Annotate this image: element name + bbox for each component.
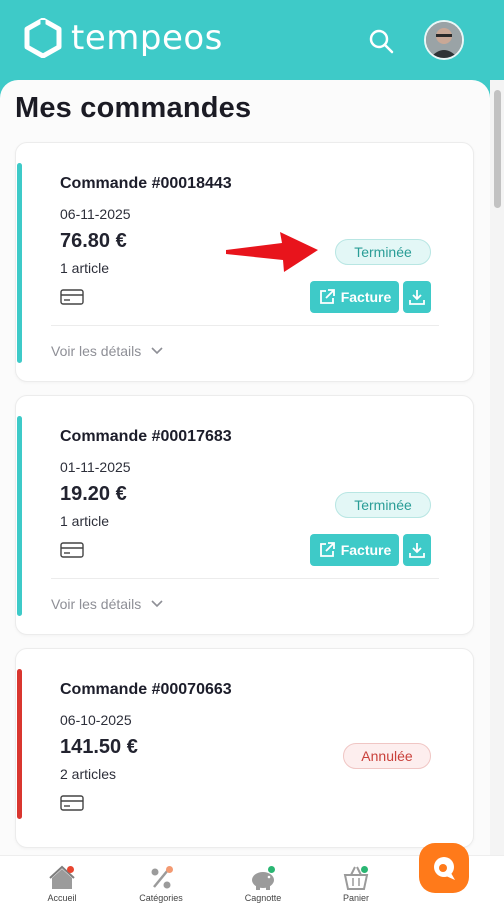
- chat-button[interactable]: [419, 843, 469, 893]
- nav-label: Cagnotte: [244, 893, 282, 903]
- invoice-button-label: Facture: [340, 289, 392, 305]
- chevron-down-icon: [151, 600, 163, 608]
- order-amount: 19.20 €: [60, 483, 127, 505]
- order-item-count: 2 articles: [60, 766, 117, 782]
- top-bar: tempeos: [0, 0, 504, 80]
- chat-bubble-icon: [434, 857, 455, 880]
- basket-icon: [341, 864, 371, 892]
- notification-dot: [268, 866, 275, 873]
- view-details-toggle[interactable]: Voir les détails: [51, 596, 164, 612]
- notification-dot: [361, 866, 368, 873]
- app-window: tempeos Mes commandes Commande #00018443: [0, 0, 504, 914]
- search-button[interactable]: [366, 26, 396, 56]
- view-details-label: Voir les détails: [51, 596, 142, 612]
- status-badge: Terminée: [335, 239, 431, 265]
- nav-label: Catégories: [139, 893, 183, 903]
- view-details-toggle[interactable]: Voir les détails: [51, 343, 164, 359]
- invoice-button[interactable]: Facture: [310, 281, 399, 313]
- page-title: Mes commandes: [15, 92, 252, 124]
- download-invoice-button[interactable]: [403, 534, 431, 566]
- status-accent-bar: [17, 669, 22, 819]
- order-amount: 141.50 €: [60, 736, 138, 758]
- nav-item-panier[interactable]: Panier: [316, 864, 396, 903]
- logo-icon: [24, 18, 62, 58]
- divider: [51, 325, 439, 326]
- nav-item-cagnotte[interactable]: Cagnotte: [223, 864, 303, 903]
- download-icon: [409, 290, 425, 305]
- nav-label: Panier: [342, 893, 369, 903]
- status-accent-bar: [17, 163, 22, 363]
- external-link-icon: [319, 542, 335, 557]
- order-amount: 76.80 €: [60, 230, 127, 252]
- logo[interactable]: tempeos: [24, 18, 223, 58]
- search-icon: [369, 29, 394, 54]
- view-details-label: Voir les détails: [51, 343, 142, 359]
- nav-label: Accueil: [47, 893, 77, 903]
- order-item-count: 1 article: [60, 260, 110, 276]
- order-number: Commande #00070663: [60, 681, 232, 698]
- user-photo: [426, 22, 462, 58]
- scrollbar-thumb[interactable]: [494, 90, 501, 208]
- external-link-icon: [319, 289, 335, 304]
- logo-text: tempeos: [71, 18, 223, 58]
- percent-icon: [146, 864, 176, 892]
- invoice-button[interactable]: Facture: [310, 534, 399, 566]
- nav-item-categories[interactable]: Catégories: [121, 864, 201, 903]
- nav-item-accueil[interactable]: Accueil: [22, 864, 102, 903]
- status-badge: Annulée: [343, 743, 431, 769]
- notification-dot: [166, 866, 173, 873]
- order-item-count: 1 article: [60, 513, 110, 529]
- divider: [51, 578, 439, 579]
- download-invoice-button[interactable]: [403, 281, 431, 313]
- home-icon: [47, 864, 77, 892]
- order-card: Commande #00017683 01-11-2025 19.20 € 1 …: [15, 395, 474, 635]
- credit-card-icon: [60, 289, 84, 305]
- chevron-down-icon: [151, 347, 163, 355]
- order-card: Commande #00070663 06-10-2025 141.50 € 2…: [15, 648, 474, 848]
- download-icon: [409, 543, 425, 558]
- status-badge: Terminée: [335, 492, 431, 518]
- piggy-bank-icon: [248, 864, 278, 892]
- notification-dot: [67, 866, 74, 873]
- content-panel: Mes commandes Commande #00018443 06-11-2…: [0, 80, 490, 914]
- invoice-button-label: Facture: [340, 542, 392, 558]
- order-date: 01-11-2025: [60, 459, 131, 475]
- avatar[interactable]: [424, 20, 464, 60]
- order-date: 06-11-2025: [60, 206, 131, 222]
- annotation-arrow-icon: [226, 232, 318, 272]
- credit-card-icon: [60, 795, 84, 811]
- credit-card-icon: [60, 542, 84, 558]
- order-date: 06-10-2025: [60, 712, 132, 728]
- order-number: Commande #00017683: [60, 428, 232, 445]
- order-number: Commande #00018443: [60, 175, 232, 192]
- status-accent-bar: [17, 416, 22, 616]
